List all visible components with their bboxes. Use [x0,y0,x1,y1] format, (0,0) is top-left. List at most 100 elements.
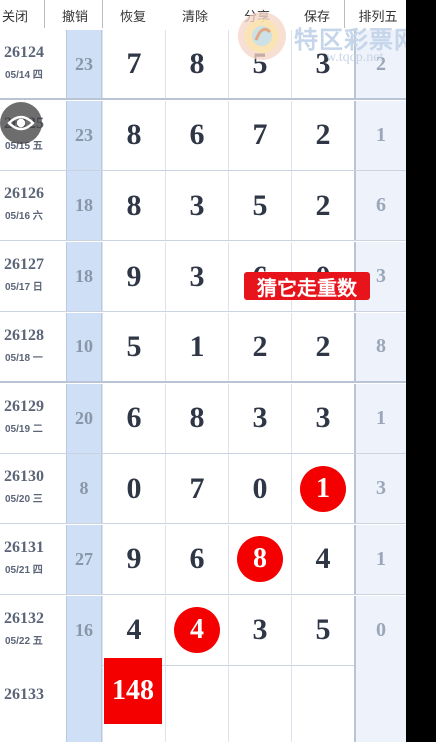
period-date: 05/18 一 [5,352,43,364]
digit-value: 5 [315,613,331,647]
sum-cell [66,656,102,742]
digit-cell[interactable]: 3 [165,242,228,312]
digit-value: 8 [126,188,142,222]
digit-value: 3 [252,401,268,434]
digit-cell[interactable]: 1 [291,454,354,524]
sum-cell: 10 [66,312,102,381]
digit-cell[interactable]: 0 [228,454,291,524]
digit-value: 0 [126,471,142,505]
sum-cell: 27 [66,524,102,594]
digit-cell[interactable] [165,656,228,742]
digit-cell[interactable]: 3 [165,171,228,241]
digit-cell[interactable]: 3 [228,595,291,665]
digit-cell[interactable]: 2 [291,171,354,241]
period-cell: 26126 05/16 六 [0,171,66,241]
period-number: 26124 [4,44,44,61]
pick5-digit-cell: 1 [354,524,406,594]
pick5-digit-cell: 1 [354,383,406,453]
screen-edge [406,0,436,742]
digit-value: 4 [315,542,331,576]
hit-digit-marker[interactable]: 4 [174,607,220,654]
digit-cell[interactable]: 0 [102,454,165,524]
draw-row: 26131 05/21 四 27 9 6 8 4 1 [0,524,406,595]
digit-value: 2 [252,329,268,363]
digit-value: 5 [252,188,268,222]
digit-cell[interactable]: 6 [102,383,165,453]
digit-cell[interactable]: 9 [102,524,165,594]
prediction-box[interactable]: 148 [104,658,162,724]
watermark-logo-icon [238,12,286,60]
digit-value: 7 [189,471,205,505]
chart-app: 关闭 撤销 恢复 清除 分享 保存 排列五 2612405/14 四237853… [0,0,406,742]
redo-button[interactable]: 恢复 [116,6,150,28]
eye-icon[interactable] [0,102,42,144]
digit-value: 3 [189,259,205,293]
period-date: 05/19 二 [5,423,43,435]
draw-row: 26129 05/19 二 20 6 8 3 3 1 [0,383,406,454]
digit-cell[interactable]: 8 [165,383,228,453]
digit-value: 2 [315,118,331,152]
digit-cell[interactable]: 4 [291,524,354,594]
clear-button[interactable]: 清除 [178,6,212,28]
eye-icon-glyph [7,115,35,131]
digit-cell[interactable]: 2 [291,100,354,170]
period-number: 26132 [4,609,44,627]
period-cell: 26124 05/14 四 [0,30,66,98]
pick5-digit-cell: 3 [354,454,406,524]
digit-cell[interactable]: 9 [102,242,165,312]
digit-cell[interactable]: 5 [291,595,354,665]
digit-cell[interactable] [291,656,354,742]
pick5-digit-cell: 0 [354,595,406,665]
digit-cell[interactable]: 2 [228,312,291,381]
digit-cell[interactable]: 3 [228,383,291,453]
digit-value: 3 [315,401,331,434]
hit-digit-marker[interactable]: 8 [237,536,283,583]
digit-cell[interactable]: 6 [165,100,228,170]
period-cell: 26128 05/18 一 [0,312,66,381]
digit-cell[interactable]: 8 [102,171,165,241]
hit-digit-marker[interactable]: 1 [300,465,346,512]
digit-cell[interactable]: 5 [102,312,165,381]
guess-repeat-tag[interactable]: 猜它走重数 [244,272,370,300]
digit-cell[interactable]: 7 [228,100,291,170]
digit-value: 5 [126,329,142,363]
pick5-cell [354,656,406,742]
toolbar-divider [102,0,103,28]
undo-button[interactable]: 撤销 [58,6,92,28]
sum-cell: 18 [66,171,102,241]
digit-value: 8 [126,118,142,152]
digit-cell[interactable]: 7 [102,30,165,98]
digit-cell[interactable]: 8 [165,30,228,98]
period-number: 26129 [4,397,44,415]
digit-cell[interactable]: 7 [165,454,228,524]
watermark-url: w.tqcp.net [326,50,384,65]
digit-cell[interactable]: 4 [165,595,228,665]
digit-cell[interactable] [228,656,291,742]
pick5-digit-cell: 8 [354,312,406,381]
digit-cell[interactable]: 6 [165,524,228,594]
period-number: 26128 [4,326,44,344]
sum-cell: 8 [66,454,102,524]
period-date: 05/21 四 [5,564,43,576]
digit-cell[interactable]: 5 [228,171,291,241]
close-button[interactable]: 关闭 [0,6,30,28]
pick5-digit-cell: 1 [354,100,406,170]
digit-value: 8 [189,401,205,434]
digit-cell[interactable]: 8 [228,524,291,594]
digit-cell[interactable]: 2 [291,312,354,381]
digit-cell[interactable]: 8 [102,100,165,170]
digit-value: 7 [126,47,142,80]
digit-value: 3 [252,613,268,647]
period-cell: 26133 [0,656,66,742]
draw-row: 2612505/15 五2386721 [0,100,406,171]
sum-cell: 20 [66,383,102,453]
digit-cell[interactable]: 1 [165,312,228,381]
digit-cell[interactable]: 4 [102,595,165,665]
digit-value: 6 [189,542,205,576]
period-date: 05/14 四 [5,70,43,81]
period-cell: 26131 05/21 四 [0,524,66,594]
digit-value: 1 [189,329,205,363]
next-period-row: 26133 [0,656,406,742]
digit-value: 9 [126,259,142,293]
digit-cell[interactable]: 3 [291,383,354,453]
